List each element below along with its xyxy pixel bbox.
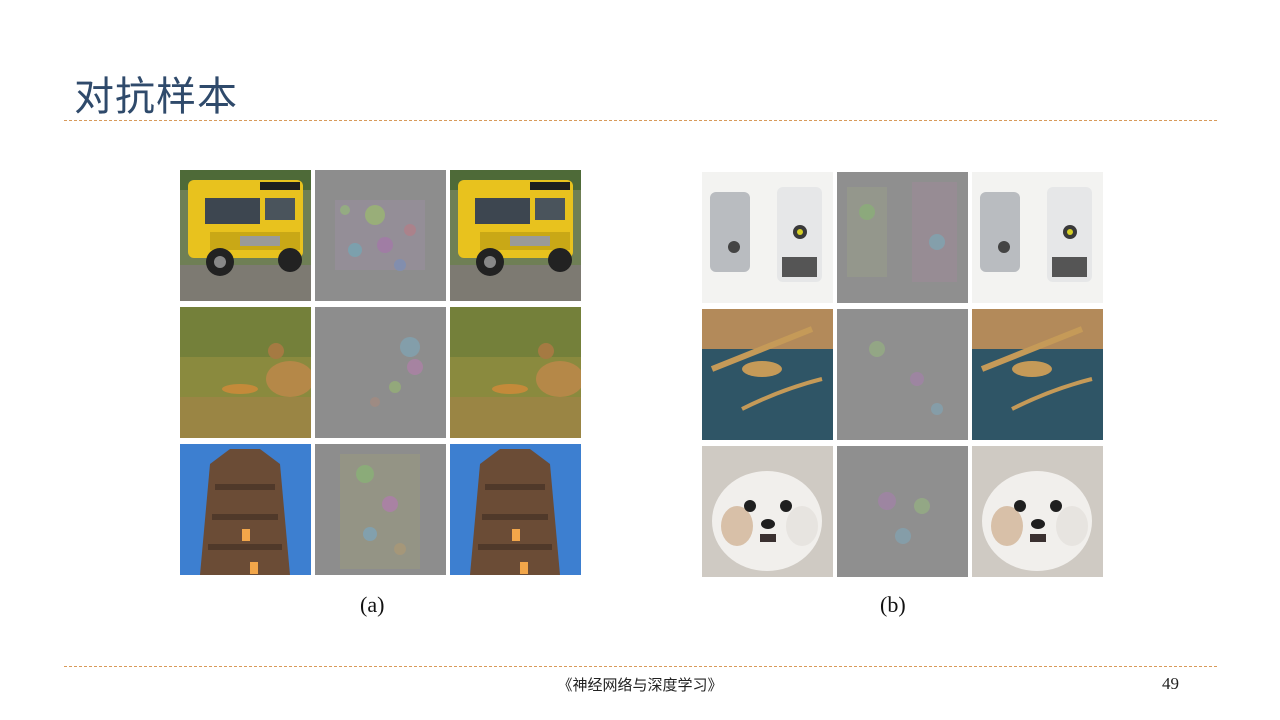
dog-original-image	[702, 446, 833, 577]
soap-dispenser-original-image	[702, 172, 833, 303]
bird-original-image	[180, 307, 311, 438]
school-bus-adversarial-image	[450, 170, 581, 301]
school-bus-original-image	[180, 170, 311, 301]
perturbation-noise-image	[315, 307, 446, 438]
perturbation-noise-image	[315, 170, 446, 301]
page-number: 49	[1162, 674, 1179, 693]
bird-adversarial-image	[450, 307, 581, 438]
slide-title: 对抗样本	[74, 74, 238, 120]
perturbation-noise-image	[837, 172, 968, 303]
soap-dispenser-adversarial-image	[972, 172, 1103, 303]
figure-b-caption: (b)	[880, 592, 906, 617]
perturbation-noise-image	[837, 309, 968, 440]
figure-a-caption: (a)	[360, 592, 385, 617]
perturbation-noise-image	[315, 444, 446, 575]
perturbation-noise-image	[837, 446, 968, 577]
header-divider	[64, 120, 1217, 121]
dog-adversarial-image	[972, 446, 1103, 577]
footer-book-title: 《神经网络与深度学习》	[557, 676, 723, 694]
footer-divider	[64, 666, 1217, 667]
mantis-adversarial-image	[972, 309, 1103, 440]
temple-adversarial-image	[450, 444, 581, 575]
figure-a-grid	[180, 170, 581, 575]
figure-b-grid	[702, 172, 1103, 577]
temple-original-image	[180, 444, 311, 575]
mantis-original-image	[702, 309, 833, 440]
